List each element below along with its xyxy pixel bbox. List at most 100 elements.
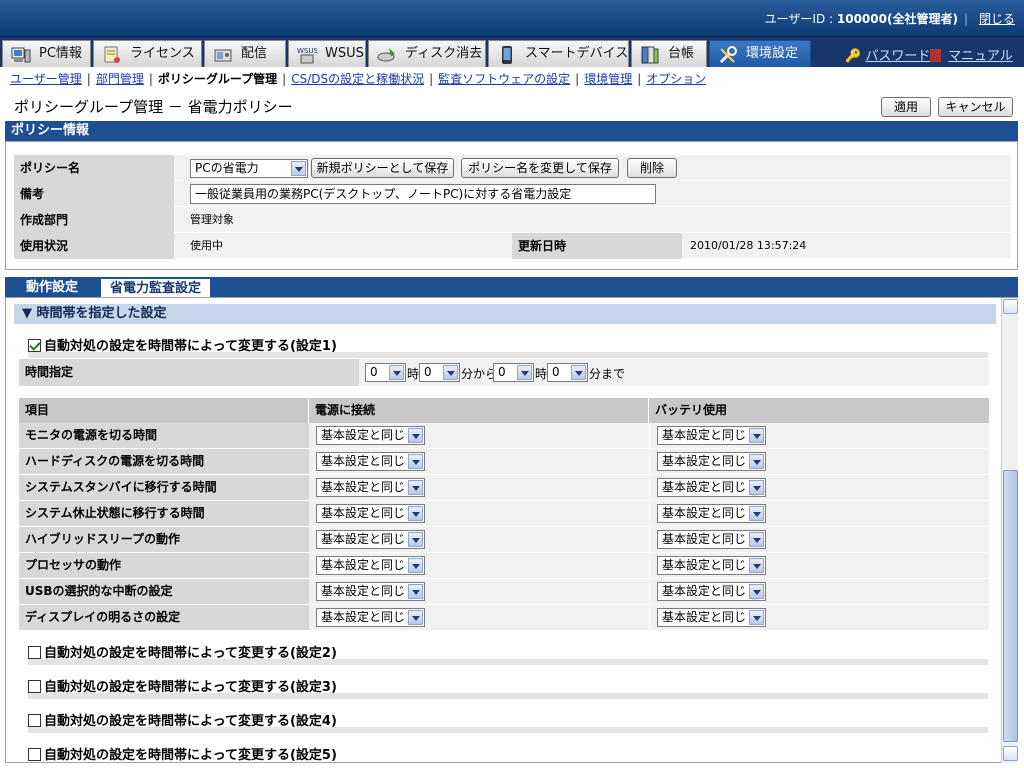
vertical-scrollbar[interactable] xyxy=(1001,298,1018,763)
ac-select-value: 基本設定と同じ xyxy=(321,584,406,598)
note-input[interactable]: 一般従業員用の業務PC(デスクトップ、ノートPC)に対する省電力設定 xyxy=(190,184,656,204)
license-icon xyxy=(102,46,122,63)
pc-icon xyxy=(11,46,31,63)
to-hour-unit: 時 xyxy=(535,367,548,381)
battery-select[interactable]: 基本設定と同じ xyxy=(657,426,766,445)
smart-device-icon xyxy=(497,46,517,64)
save-as-new-button[interactable]: 新規ポリシーとして保存 xyxy=(311,158,454,178)
subnav-user-mgmt[interactable]: ユーザー管理 xyxy=(10,72,82,86)
close-link[interactable]: 閉じる xyxy=(979,10,1015,27)
ac-select[interactable]: 基本設定と同じ xyxy=(316,452,425,471)
setting2-checkbox[interactable] xyxy=(28,646,41,659)
ac-select[interactable]: 基本設定と同じ xyxy=(316,478,425,497)
tab-smart-device[interactable]: スマートデバイス xyxy=(488,40,629,68)
chevron-down-icon xyxy=(749,610,764,625)
tools-icon xyxy=(718,46,738,64)
subnav-policy-group-mgmt: ポリシーグループ管理 xyxy=(157,72,278,86)
chevron-down-icon xyxy=(408,506,423,521)
battery-select[interactable]: 基本設定と同じ xyxy=(657,504,766,523)
from-min-select[interactable]: 0 xyxy=(419,363,460,382)
manual-link[interactable]: マニュアル xyxy=(948,49,1013,64)
table-row: ハードディスクの電源を切る時間 基本設定と同じ 基本設定と同じ xyxy=(19,449,989,475)
tab-pc-info[interactable]: PC情報 xyxy=(2,40,91,68)
row-label: システム休止状態に移行する時間 xyxy=(19,501,309,526)
ac-select-value: 基本設定と同じ xyxy=(321,532,406,546)
row-label: USBの選択的な中断の設定 xyxy=(19,579,309,604)
to-hour-value: 0 xyxy=(498,365,506,379)
delete-button[interactable]: 削除 xyxy=(627,158,677,178)
battery-select[interactable]: 基本設定と同じ xyxy=(657,556,766,575)
ac-select[interactable]: 基本設定と同じ xyxy=(316,556,425,575)
ac-select[interactable]: 基本設定と同じ xyxy=(316,426,425,445)
to-min-value: 0 xyxy=(552,365,560,379)
user-id-value: 100000(全社管理者) xyxy=(836,12,958,26)
setting3-checkbox[interactable] xyxy=(28,680,41,693)
ac-select-value: 基本設定と同じ xyxy=(321,506,406,520)
tab-ledger[interactable]: 台帳 xyxy=(631,40,707,68)
ac-select[interactable]: 基本設定と同じ xyxy=(316,530,425,549)
row-label: ハイブリッドスリープの動作 xyxy=(19,527,309,552)
tab-action-settings[interactable]: 動作設定 xyxy=(18,279,86,297)
chevron-down-icon xyxy=(749,428,764,443)
status-row: 使用状況 使用中 更新日時 2010/01/28 13:57:24 xyxy=(14,233,1011,259)
tab-license[interactable]: ライセンス xyxy=(93,40,202,68)
setting3-row: 自動対処の設定を時間帯によって変更する(設定3) xyxy=(28,677,988,699)
tab-license-label: ライセンス xyxy=(130,46,195,61)
col-header-ac: 電源に接続 xyxy=(309,398,649,423)
dept-value: 管理対象 xyxy=(190,213,234,226)
cancel-button[interactable]: キャンセル xyxy=(938,97,1013,117)
tab-delivery[interactable]: 配信 xyxy=(204,40,286,68)
chevron-down-icon xyxy=(517,365,532,380)
to-min-select[interactable]: 0 xyxy=(547,363,588,382)
dept-row: 作成部門 管理対象 xyxy=(14,207,1011,233)
ac-select[interactable]: 基本設定と同じ xyxy=(316,608,425,627)
time-section-heading[interactable]: ▼ 時間帯を指定した設定 xyxy=(14,304,996,324)
note-label: 備考 xyxy=(14,181,174,207)
subnav-audit-software[interactable]: 監査ソフトウェアの設定 xyxy=(438,72,570,86)
user-info: ユーザーID : 100000(全社管理者) | xyxy=(764,12,968,26)
col-header-battery: バッテリ使用 xyxy=(649,398,989,423)
subnav-env-mgmt[interactable]: 環境管理 xyxy=(584,72,632,86)
chevron-down-icon xyxy=(749,532,764,547)
policy-name-label: ポリシー名 xyxy=(14,155,174,181)
subnav-dept-mgmt[interactable]: 部門管理 xyxy=(96,72,144,86)
setting4-row: 自動対処の設定を時間帯によって変更する(設定4) xyxy=(28,711,988,733)
ac-select[interactable]: 基本設定と同じ xyxy=(316,582,425,601)
chevron-down-icon xyxy=(408,584,423,599)
rename-save-button[interactable]: ポリシー名を変更して保存 xyxy=(461,158,619,178)
tab-disk-erase[interactable]: ディスク消去 xyxy=(368,40,486,68)
apply-button[interactable]: 適用 xyxy=(881,97,931,117)
battery-select[interactable]: 基本設定と同じ xyxy=(657,530,766,549)
ac-select[interactable]: 基本設定と同じ xyxy=(316,504,425,523)
setting2-row: 自動対処の設定を時間帯によって変更する(設定2) xyxy=(28,643,988,665)
battery-select[interactable]: 基本設定と同じ xyxy=(657,608,766,627)
from-hour-value: 0 xyxy=(370,365,378,379)
scroll-down-arrow-icon[interactable] xyxy=(1003,746,1018,761)
battery-select[interactable]: 基本設定と同じ xyxy=(657,478,766,497)
tab-wsus[interactable]: WSUS WSUS xyxy=(288,40,366,68)
status-value: 使用中 xyxy=(190,239,223,252)
tab-power-audit-settings[interactable]: 省電力監査設定 xyxy=(101,279,211,297)
policy-name-value: PCの省電力 xyxy=(195,161,259,175)
settings-tab-bar: 動作設定 省電力監査設定 xyxy=(5,277,1018,297)
password-link[interactable]: パスワード xyxy=(865,49,930,64)
subnav-options[interactable]: オプション xyxy=(646,72,706,86)
chevron-down-icon xyxy=(749,506,764,521)
setting1-row: 自動対処の設定を時間帯によって変更する(設定1) xyxy=(28,336,988,358)
ac-select-value: 基本設定と同じ xyxy=(321,558,406,572)
battery-select[interactable]: 基本設定と同じ xyxy=(657,582,766,601)
battery-select[interactable]: 基本設定と同じ xyxy=(657,452,766,471)
setting4-checkbox[interactable] xyxy=(28,714,41,727)
setting5-checkbox[interactable] xyxy=(28,748,41,761)
setting3-label: 自動対処の設定を時間帯によって変更する(設定3) xyxy=(44,680,337,695)
scroll-up-arrow-icon[interactable] xyxy=(1003,299,1018,314)
to-hour-select[interactable]: 0 xyxy=(493,363,534,382)
tab-env-settings[interactable]: 環境設定 xyxy=(709,40,811,68)
from-hour-select[interactable]: 0 xyxy=(365,363,406,382)
book-icon xyxy=(930,49,941,62)
tab-env-settings-label: 環境設定 xyxy=(746,46,799,61)
setting1-checkbox[interactable] xyxy=(28,339,41,352)
policy-name-select[interactable]: PCの省電力 xyxy=(190,159,308,178)
scroll-thumb[interactable] xyxy=(1003,470,1018,742)
subnav-csds-settings[interactable]: CS/DSの設定と稼働状況 xyxy=(291,72,424,86)
